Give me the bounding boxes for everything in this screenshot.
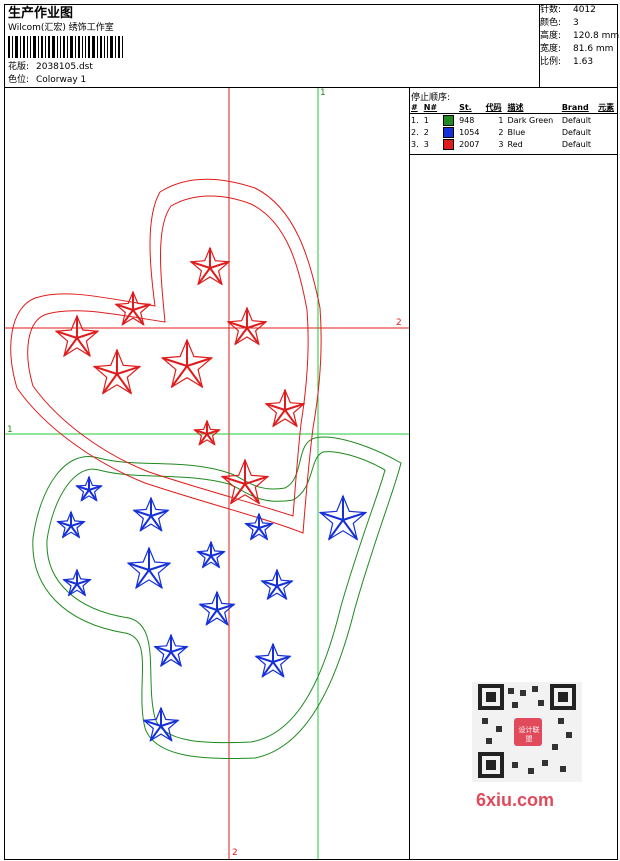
row-code: 1: [498, 115, 504, 125]
row-index: 3.: [411, 139, 419, 149]
stat-value: 4012: [573, 5, 596, 15]
stats-panel: 针数: 4012 颜色: 3 高度: 120.8 mm 宽度: 81.6 mm 比例: 1…: [540, 4, 619, 69]
table-row: 3. 3 2007 3 Red Default: [409, 138, 618, 150]
page-title: 生产作业图: [8, 6, 74, 21]
table-row: 1. 1 948 1 Dark Green Default: [409, 114, 618, 127]
star-stitch: [186, 357, 213, 367]
row-st: 948: [459, 115, 475, 125]
row-n: 1: [423, 115, 429, 125]
row-brand: Default: [561, 139, 592, 149]
stat-label: 高度:: [540, 31, 562, 41]
stat-label: 比例:: [540, 57, 562, 67]
axis-label-h2: 2: [396, 318, 402, 328]
axis-label-v1: 1: [320, 88, 326, 98]
color-swatch: [442, 114, 454, 126]
col-desc: 描述: [505, 101, 560, 114]
row-code: 2: [498, 127, 504, 137]
row-index: 1.: [411, 115, 419, 125]
col-hash: #: [409, 101, 422, 114]
stat-value: 120.8 mm: [573, 31, 620, 41]
design-label: 花版:: [8, 62, 30, 72]
table-row: 2. 2 1054 2 Blue Default: [409, 126, 618, 138]
table-bottom-rule: [409, 154, 618, 155]
stop-sequence-table: # N# St. 代码 描述 Brand 元素 1. 1 948 1 Dark …: [409, 101, 618, 150]
row-desc: Dark Green: [507, 115, 554, 125]
row-st: 1054: [459, 127, 480, 137]
design-value: 2038105.dst: [36, 62, 93, 72]
stat-label: 宽度:: [540, 44, 562, 54]
embroidery-canvas: [5, 88, 409, 859]
col-code: 代码: [483, 101, 506, 114]
stat-value: 81.6 mm: [573, 44, 614, 54]
stat-label: 颜色:: [540, 18, 562, 28]
row-brand: Default: [561, 115, 592, 125]
row-st: 2007: [459, 139, 480, 149]
row-code: 3: [498, 139, 504, 149]
company-name: Wilcom(汇宏) 绣饰工作室: [8, 23, 114, 33]
star-stitch: [161, 357, 188, 367]
col-element: 元素: [596, 101, 618, 114]
stat-value: 1.63: [573, 57, 594, 67]
row-index: 2.: [411, 127, 419, 137]
stat-label: 针数:: [540, 5, 562, 15]
color-swatch: [442, 126, 454, 138]
row-n: 2: [423, 127, 429, 137]
col-brand: Brand: [559, 101, 597, 114]
stat-value: 3: [573, 18, 579, 28]
colorway-label: 色位:: [8, 75, 30, 85]
col-n: N#: [421, 101, 441, 114]
row-n: 3: [423, 139, 429, 149]
axis-label-v2: 2: [232, 848, 238, 858]
colorway-value: Colorway 1: [36, 75, 87, 85]
color-swatch: [442, 138, 454, 150]
col-swatch: [440, 101, 458, 114]
stars-layer: [54, 246, 368, 742]
watermark-logo: 6xiu.com: [476, 790, 555, 810]
col-st: St.: [457, 101, 484, 114]
qr-badge: 设计联盟: [518, 726, 540, 743]
barcode: [8, 36, 138, 58]
row-brand: Default: [561, 127, 592, 137]
row-desc: Blue: [507, 127, 526, 137]
red-heart: [10, 178, 322, 534]
row-desc: Red: [507, 139, 523, 149]
axis-label-h1: 1: [7, 425, 13, 435]
